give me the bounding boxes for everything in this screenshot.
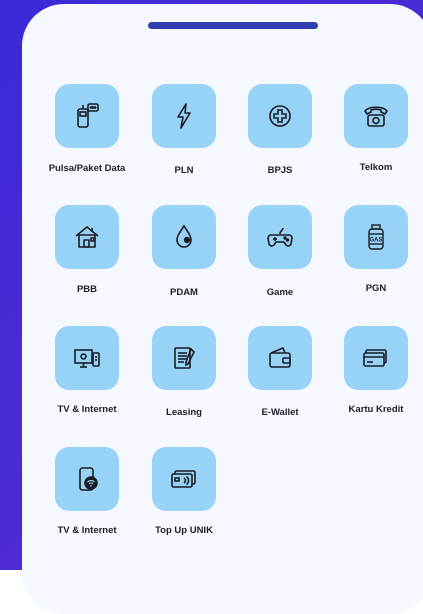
gas-cylinder-icon[interactable]: GAS [344,205,408,269]
mobile-phone-icon[interactable] [55,84,119,148]
contactless-card-icon[interactable] [152,447,216,511]
gas-label: GAS [369,238,382,244]
smartphone-wifi-icon[interactable] [55,447,119,511]
service-label: Top Up UNIK [155,525,213,536]
document-icon[interactable] [152,326,216,390]
services-grid: Pulsa/Paket Data PLN BPJS Telkom PBB PDA… [0,0,423,570]
telephone-icon[interactable] [344,84,408,148]
house-icon[interactable] [55,205,119,269]
service-label: PGN [365,283,387,294]
water-drop-icon[interactable] [152,205,216,269]
service-label: Kartu Kredit [348,404,404,415]
service-label: Telkom [359,162,393,173]
tv-icon[interactable] [55,326,119,390]
wallet-icon[interactable] [248,326,312,390]
medical-cross-icon[interactable] [248,84,312,148]
credit-card-icon[interactable] [344,326,408,390]
lightning-icon[interactable] [152,84,216,148]
gamepad-icon[interactable] [248,205,312,269]
